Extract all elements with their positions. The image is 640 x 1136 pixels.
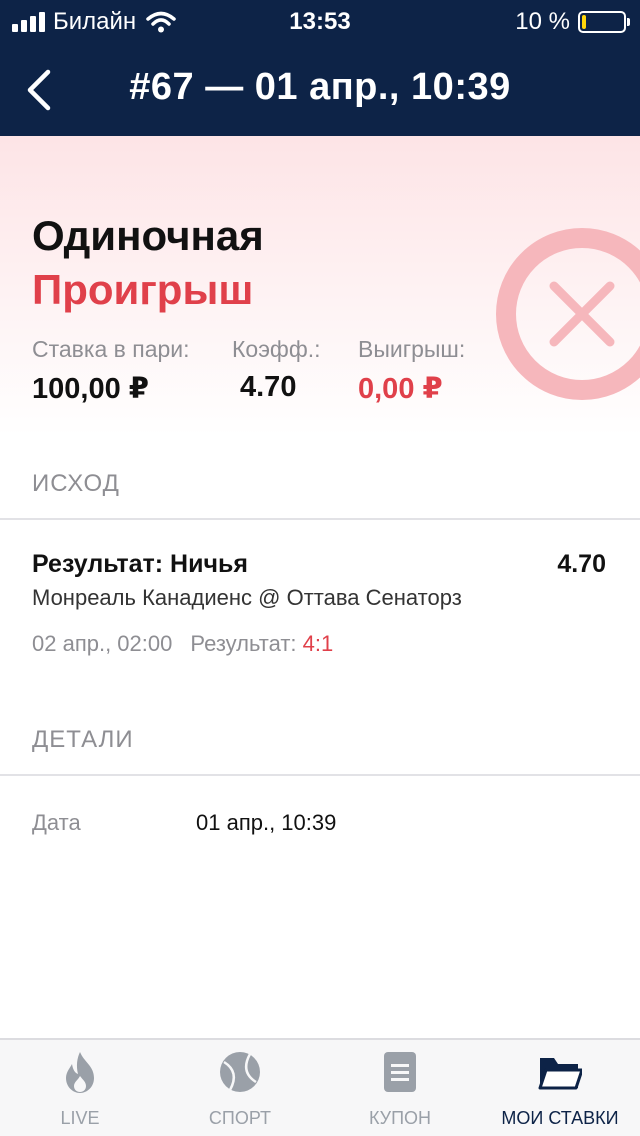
flame-icon (66, 1052, 94, 1093)
odds-value: 4.70 (240, 371, 297, 403)
tab-label: LIVE (60, 1108, 100, 1128)
outcome-match: Монреаль Канадиенс @ Оттава Сенаторз (32, 585, 462, 610)
win-value: 0,00 ₽ (358, 373, 443, 405)
battery-percent: 10 % (515, 8, 570, 35)
tab-label: КУПОН (368, 1108, 432, 1128)
result-label: Результат: (190, 631, 297, 656)
bet-type: Одиночная (32, 212, 264, 259)
outcome-section-title: ИСХОД (32, 470, 120, 497)
battery-icon (578, 11, 630, 33)
details-section-title: ДЕТАЛИ (32, 726, 134, 753)
outcome-odds: 4.70 (557, 550, 606, 578)
status-right: 10 % (515, 8, 630, 36)
stake-value: 100,00 ₽ (32, 373, 149, 405)
event-datetime: 02 апр., 02:00 (32, 631, 173, 656)
bet-summary: Одиночная Проигрыш Ставка в пари: 100,00… (0, 136, 640, 436)
odds-label: Коэфф.: (232, 336, 321, 362)
stake-label: Ставка в пари: (32, 336, 190, 362)
odds-stat: Коэфф.: 4.70 (232, 336, 321, 404)
date-value: 01 апр., 10:39 (196, 810, 337, 835)
bet-status: Проигрыш (32, 266, 254, 313)
divider (0, 518, 640, 520)
stake-stat: Ставка в пари: 100,00 ₽ (32, 336, 190, 406)
tab-live[interactable]: LIVE (0, 1040, 160, 1136)
outcome-meta: 02 апр., 02:00 Результат: 4:1 (32, 631, 333, 657)
tab-coupon[interactable]: КУПОН (320, 1040, 480, 1136)
win-label: Выигрыш: (358, 336, 466, 362)
tab-bar: LIVE СПОРТ КУПОН МОИ СТАВКИ (0, 1038, 640, 1136)
folder-icon (538, 1058, 582, 1090)
tab-label: МОИ СТАВКИ (501, 1108, 619, 1128)
tab-label: СПОРТ (208, 1108, 272, 1128)
tab-my-bets[interactable]: МОИ СТАВКИ (480, 1040, 640, 1136)
status-bar: Билайн 13:53 10 % (0, 0, 640, 44)
ball-icon (220, 1052, 260, 1092)
page-title: #67 — 01 апр., 10:39 (129, 66, 511, 108)
result-score: 4:1 (302, 631, 334, 656)
battery-fill (582, 15, 586, 29)
divider (0, 774, 640, 776)
win-stat: Выигрыш: 0,00 ₽ (358, 336, 465, 406)
app-header: Билайн 13:53 10 % #67 — 01 апр., 10:39 (0, 0, 640, 136)
loss-x-icon (496, 228, 640, 400)
tab-sport[interactable]: СПОРТ (160, 1040, 320, 1136)
date-label: Дата (32, 810, 81, 835)
nav-bar: #67 — 01 апр., 10:39 (0, 44, 640, 136)
outcome-name: Результат: Ничья (32, 550, 248, 578)
coupon-icon (384, 1052, 416, 1092)
